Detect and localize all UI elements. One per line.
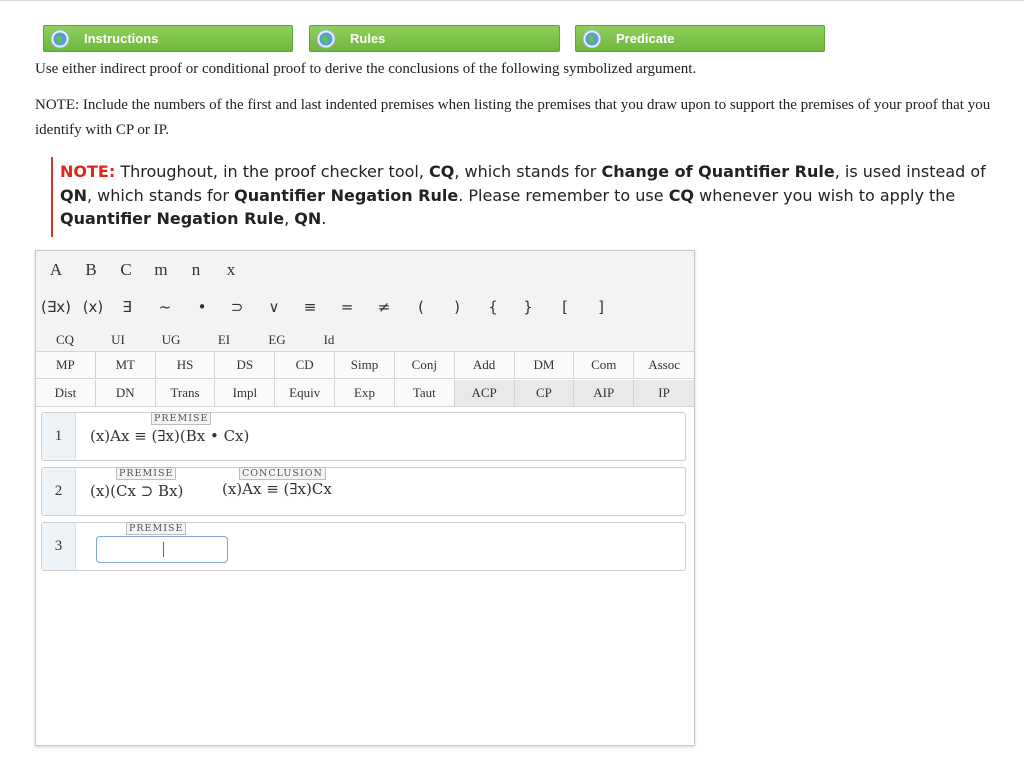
rule-HS[interactable]: HS [155, 352, 216, 379]
rule-UG[interactable]: UG [162, 332, 181, 348]
tab-predicate[interactable]: Predicate [575, 25, 825, 52]
key-not-equals[interactable]: ≠ [378, 298, 391, 316]
key-existential-quantifier[interactable]: (∃x) [41, 298, 71, 316]
rule-Add[interactable]: Add [454, 352, 515, 379]
rule-UI[interactable]: UI [111, 332, 125, 348]
rule-Simp[interactable]: Simp [335, 352, 395, 379]
proof-checker: A B C m n x (∃x) (x) ∃ ~ • ⊃ ∨ ≡ = ≠ ( )… [35, 250, 695, 746]
note-bold: Quantifier Negation Rule [60, 209, 285, 228]
line-number: 3 [42, 523, 76, 570]
premise-formula: (x)Ax ≡ (∃x)(Bx • Cx) [90, 427, 250, 445]
tab-rules[interactable]: Rules [309, 25, 560, 52]
premise-tag: PREMISE [116, 467, 177, 480]
proof-line[interactable]: 3 PREMISE [41, 522, 686, 571]
rule-CP[interactable]: CP [514, 379, 575, 407]
rule-DN[interactable]: DN [95, 379, 156, 407]
rule-AIP[interactable]: AIP [574, 379, 635, 407]
key-C[interactable]: C [120, 260, 131, 280]
key-left-paren[interactable]: ( [418, 298, 424, 316]
instruction-text: Use either indirect proof or conditional… [35, 61, 697, 77]
rule-Equiv[interactable]: Equiv [275, 379, 336, 407]
key-B[interactable]: B [85, 260, 96, 280]
note-text: , which stands for [454, 162, 602, 181]
note-bold: QN [60, 185, 87, 205]
instruction-note: NOTE: Include the numbers of the first a… [35, 97, 991, 138]
key-dot[interactable]: • [198, 298, 207, 316]
rule-Assoc[interactable]: Assoc [634, 352, 694, 379]
globe-icon [316, 29, 336, 48]
rule-MP[interactable]: MP [36, 352, 96, 379]
quantifier-rules-row: CQ UI UG EI EG Id [36, 327, 694, 351]
key-x[interactable]: x [227, 260, 236, 280]
tab-instructions[interactable]: Instructions [43, 25, 293, 52]
premise-tag: PREMISE [151, 412, 212, 425]
rule-CQ[interactable]: CQ [56, 332, 74, 348]
rule-CD[interactable]: CD [275, 352, 336, 379]
rule-MT[interactable]: MT [95, 352, 156, 379]
key-wedge[interactable]: ∨ [269, 298, 280, 316]
rule-Impl[interactable]: Impl [215, 379, 276, 407]
key-right-bracket[interactable]: ] [598, 298, 604, 316]
note-prefix: NOTE: [60, 162, 116, 181]
note-bold: CQ [429, 162, 455, 181]
globe-icon [582, 29, 602, 48]
note-bold: CQ [668, 185, 695, 205]
line-number: 1 [42, 413, 76, 460]
rule-IP[interactable]: IP [634, 379, 694, 407]
tab-label: Instructions [84, 31, 159, 46]
key-tilde[interactable]: ~ [159, 298, 172, 316]
note-bold: Change of Quantifier Rule [601, 162, 835, 181]
rule-DM[interactable]: DM [514, 352, 575, 379]
key-left-brace[interactable]: { [488, 298, 498, 316]
rule-EI[interactable]: EI [218, 332, 230, 348]
conclusion-tag: CONCLUSION [239, 467, 326, 480]
premise-tag: PREMISE [126, 522, 187, 535]
symbol-keys-row: (∃x) (x) ∃ ~ • ⊃ ∨ ≡ = ≠ ( ) { } [ ] [36, 289, 694, 328]
conclusion-formula: (x)Ax ≡ (∃x)Cx [222, 480, 332, 498]
premise-formula: (x)(Cx ⊃ Bx) [90, 482, 184, 500]
key-exists[interactable]: ∃ [122, 298, 131, 316]
letter-keys-row: A B C m n x [36, 251, 694, 290]
rule-EG[interactable]: EG [268, 332, 285, 348]
quantifier-note: NOTE: Throughout, in the proof checker t… [51, 157, 1016, 237]
key-n[interactable]: n [192, 260, 201, 280]
note-text: whenever you wish to apply the [694, 185, 956, 205]
line-number: 2 [42, 468, 76, 515]
note-text: , is used instead of [834, 162, 986, 181]
note-bold: Quantifier Negation Rule [234, 185, 459, 205]
note-bold: QN [294, 209, 322, 228]
inference-rules-grid: MP MT HS DS CD Simp Conj Add DM Com Asso… [36, 351, 694, 407]
rule-Id[interactable]: Id [324, 332, 335, 348]
key-A[interactable]: A [50, 260, 62, 280]
rule-Exp[interactable]: Exp [335, 379, 395, 407]
rule-Dist[interactable]: Dist [36, 379, 96, 407]
note-text: Throughout, in the proof checker tool, [115, 162, 430, 181]
rule-DS[interactable]: DS [215, 352, 276, 379]
premise-input[interactable] [96, 536, 228, 563]
rule-ACP[interactable]: ACP [454, 379, 515, 407]
note-text: , which stands for [87, 185, 235, 205]
proof-line[interactable]: 2 PREMISE (x)(Cx ⊃ Bx) CONCLUSION (x)Ax … [41, 467, 686, 516]
note-text: . Please remember to use [458, 185, 669, 205]
key-universal-quantifier[interactable]: (x) [83, 298, 104, 316]
tab-label: Predicate [616, 31, 675, 46]
globe-icon [50, 29, 70, 48]
rule-Taut[interactable]: Taut [394, 379, 455, 407]
note-text: , [284, 209, 295, 228]
key-equals[interactable]: = [341, 298, 354, 316]
key-left-bracket[interactable]: [ [562, 298, 568, 316]
rule-Conj[interactable]: Conj [394, 352, 455, 379]
note-text: . [321, 209, 327, 228]
key-right-paren[interactable]: ) [454, 298, 460, 316]
key-m[interactable]: m [154, 260, 167, 280]
key-triple-bar[interactable]: ≡ [304, 298, 317, 316]
text-caret [163, 542, 164, 557]
key-horseshoe[interactable]: ⊃ [231, 298, 244, 316]
rule-Com[interactable]: Com [574, 352, 635, 379]
tab-label: Rules [350, 31, 386, 46]
proof-line[interactable]: 1 PREMISE (x)Ax ≡ (∃x)(Bx • Cx) [41, 412, 686, 461]
rule-Trans[interactable]: Trans [155, 379, 216, 407]
top-divider [0, 0, 1024, 1]
key-right-brace[interactable]: } [523, 298, 533, 316]
